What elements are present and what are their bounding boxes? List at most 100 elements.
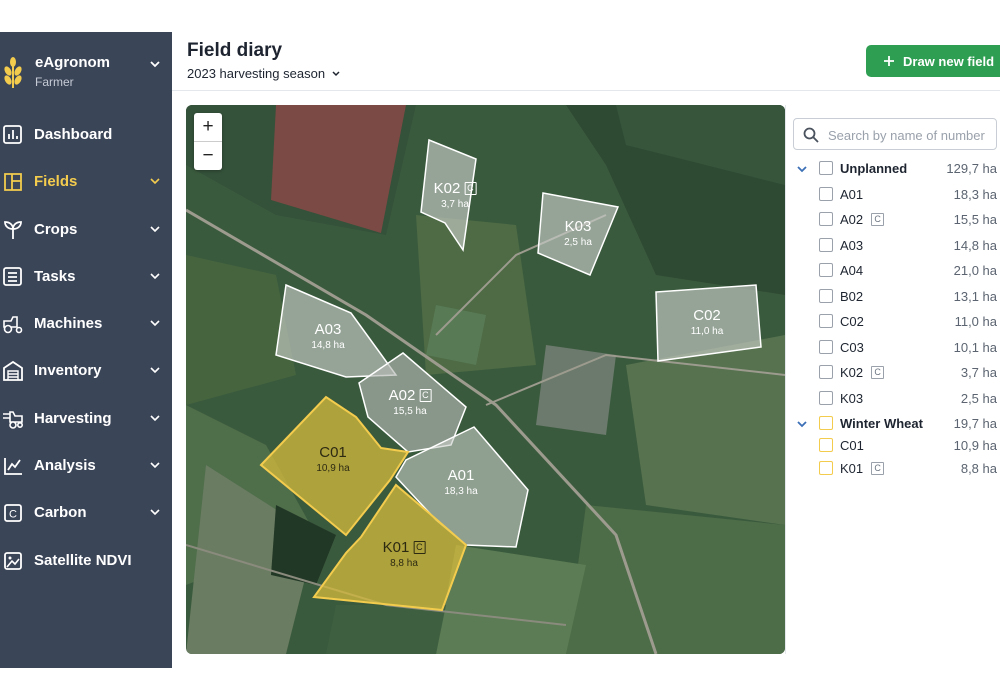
field-name: C03 [840, 339, 864, 355]
field-name: C02 [840, 314, 864, 329]
zoom-out-button[interactable]: − [194, 142, 222, 170]
nav-label: Satellite NDVI [34, 551, 132, 569]
field-search[interactable] [793, 118, 997, 150]
carbon-icon: C [4, 504, 22, 523]
field-area: 3,7 ha [441, 199, 469, 210]
field-name: K02 [840, 365, 864, 380]
field-area: 8,8 ha [960, 460, 997, 476]
field-checkbox[interactable] [819, 365, 833, 379]
field-area: 10,9 ha [953, 438, 997, 453]
list-item[interactable]: A02 C 15,5 ha [786, 209, 1000, 231]
field-area: 14,8 ha [953, 237, 997, 253]
field-label-k02[interactable]: K02 C 3,7 ha [434, 180, 477, 210]
search-input[interactable] [828, 125, 993, 145]
list-item[interactable]: C01 10,9 ha [786, 435, 1000, 457]
field-name: A01 [840, 186, 864, 202]
list-item[interactable]: B02 13,1 ha [786, 286, 1000, 308]
list-item[interactable]: C02 11,0 ha [786, 311, 1000, 333]
field-name: K03 [840, 390, 864, 406]
field-checkbox[interactable] [819, 263, 833, 277]
field-checkbox[interactable] [819, 212, 833, 226]
chevron-down-icon [150, 367, 160, 374]
field-label-a02[interactable]: A02 C 15,5 ha [389, 387, 432, 417]
satellite-map-background[interactable] [186, 105, 785, 654]
field-checkbox[interactable] [819, 288, 833, 303]
field-label-a03[interactable]: A03 14,8 ha [311, 321, 344, 351]
nav-item-tasks[interactable]: Tasks [0, 253, 172, 300]
field-label-a01[interactable]: A01 18,3 ha [444, 467, 477, 497]
field-checkbox[interactable] [819, 390, 833, 405]
nav-label: Carbon [34, 504, 87, 522]
nav-item-satellite-ndvi[interactable]: Satellite NDVI [0, 537, 172, 584]
carbon-badge: C [871, 213, 885, 226]
list-item[interactable]: A03 14,8 ha [786, 235, 1000, 257]
nav-label: Crops [34, 220, 78, 238]
list-item[interactable]: C03 10,1 ha [786, 337, 1000, 359]
field-label-c01[interactable]: C01 10,9 ha [316, 444, 349, 474]
main-nav: Dashboard Fields Crops Tasks Machines In… [0, 111, 172, 584]
field-area: 15,5 ha [953, 212, 997, 227]
nav-item-machines[interactable]: Machines [0, 300, 172, 347]
nav-label: Analysis [34, 457, 96, 475]
draw-new-field-label: Draw new field [903, 53, 995, 69]
season-label: 2023 harvesting season [187, 66, 326, 81]
nav-item-analysis[interactable]: Analysis [0, 442, 172, 489]
field-name: K02 [433, 180, 461, 197]
group-row-winter-wheat[interactable]: Winter Wheat 19,7 ha [786, 413, 1000, 435]
nav-item-crops[interactable]: Crops [0, 206, 172, 253]
field-checkbox[interactable] [819, 237, 833, 252]
page-title: Field diary [187, 40, 283, 61]
tasks-icon [3, 266, 22, 286]
group-label: Unplanned [840, 161, 908, 176]
field-label-c02[interactable]: C02 11,0 ha [691, 307, 724, 337]
crops-icon [4, 220, 22, 239]
season-selector[interactable]: 2023 harvesting season [187, 66, 341, 81]
field-checkbox[interactable] [819, 339, 833, 354]
chevron-down-icon[interactable] [795, 417, 809, 431]
chevron-down-icon[interactable] [795, 162, 809, 176]
group-row-unplanned[interactable]: Unplanned 129,7 ha [786, 158, 1000, 180]
nav-label: Harvesting [34, 409, 112, 427]
field-name: C02 [693, 307, 721, 324]
fields-icon [4, 173, 22, 192]
nav-item-carbon[interactable]: C Carbon [0, 489, 172, 536]
field-label-k01[interactable]: K01 C 8,8 ha [383, 539, 426, 569]
field-area: 10,9 ha [316, 463, 350, 474]
field-name: A01 [447, 467, 475, 484]
field-area: 11,0 ha [954, 314, 997, 329]
warehouse-icon [3, 361, 23, 382]
list-item[interactable]: K02 C 3,7 ha [786, 362, 1000, 384]
group-checkbox[interactable] [819, 161, 833, 175]
nav-item-dashboard[interactable]: Dashboard [0, 111, 172, 158]
list-item[interactable]: A01 18,3 ha [786, 184, 1000, 206]
tractor-icon [3, 316, 23, 334]
field-label-k03[interactable]: K03 2,5 ha [564, 218, 592, 248]
nav-item-inventory[interactable]: Inventory [0, 347, 172, 394]
nav-item-fields[interactable]: Fields [0, 158, 172, 205]
field-checkbox[interactable] [819, 186, 833, 201]
field-map[interactable]: + − K02 C 3,7 ha K03 2,5 ha C02 11,0 ha A… [186, 105, 785, 654]
field-name: K01 [840, 460, 864, 476]
zoom-controls: + − [194, 113, 222, 170]
list-item[interactable]: K03 2,5 ha [786, 388, 1000, 410]
field-checkbox[interactable] [819, 460, 833, 475]
chevron-down-icon [150, 509, 160, 516]
field-area: 13,1 ha [953, 288, 997, 304]
field-area: 18,3 ha [444, 486, 478, 497]
svg-text:C: C [9, 509, 17, 521]
list-item[interactable]: K01 C 8,8 ha [786, 458, 1000, 480]
draw-new-field-button[interactable]: Draw new field [866, 45, 1000, 77]
harvester-icon [3, 410, 24, 429]
list-item[interactable]: A04 21,0 ha [786, 260, 1000, 282]
nav-item-harvesting[interactable]: Harvesting [0, 395, 172, 442]
field-checkbox[interactable] [819, 314, 833, 328]
field-area: 18,3 ha [953, 186, 997, 202]
carbon-badge: C [871, 461, 885, 475]
group-checkbox[interactable] [819, 416, 833, 430]
field-checkbox[interactable] [819, 438, 833, 452]
field-name: A03 [840, 237, 864, 253]
group-label: Winter Wheat [840, 416, 923, 431]
field-name: K03 [564, 218, 592, 235]
org-switcher[interactable]: eAgronom Farmer [0, 32, 172, 110]
zoom-in-button[interactable]: + [194, 113, 222, 141]
